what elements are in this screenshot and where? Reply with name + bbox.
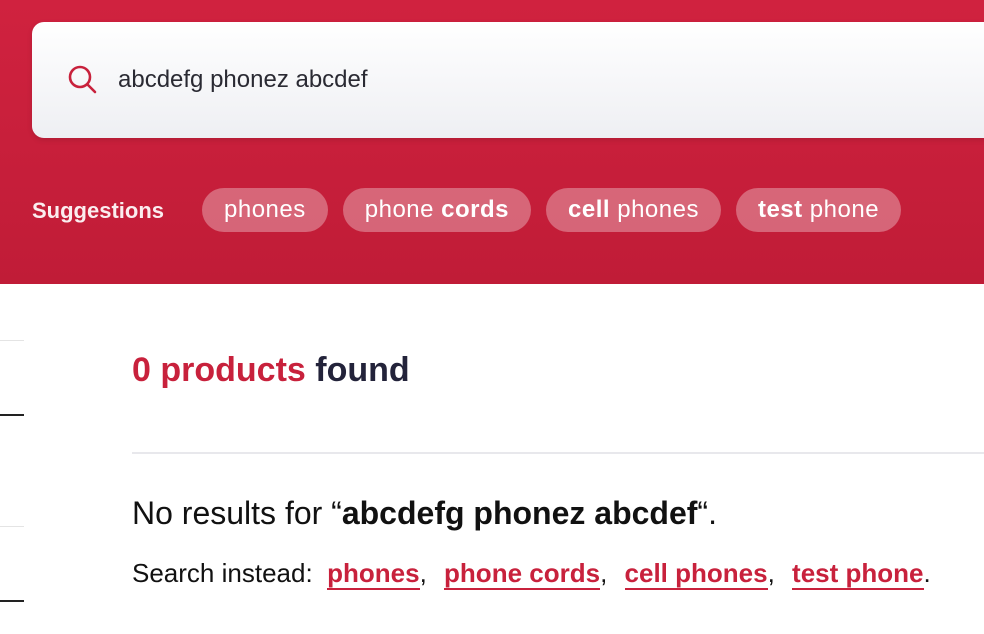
search-icon xyxy=(68,65,97,94)
search-instead-link-phone-cords[interactable]: phone cords xyxy=(444,558,601,590)
search-instead-link-test-phone[interactable]: test phone xyxy=(792,558,924,590)
suggestion-chip-phones[interactable]: phones xyxy=(202,188,328,232)
results-count-label: found xyxy=(305,351,410,389)
results-count: 0 products xyxy=(132,351,306,389)
no-results-query: abcdefg phonez abcdef xyxy=(341,495,698,531)
search-header: Suggestions phones phone cords cell phon… xyxy=(0,0,984,284)
search-instead-link-cell-phones[interactable]: cell phones xyxy=(624,558,768,590)
suggestion-chip-test-phone[interactable]: test phone xyxy=(735,188,902,232)
search-instead-link-phones[interactable]: phones xyxy=(327,558,420,590)
left-panel-underline xyxy=(0,600,24,602)
left-panel-divider xyxy=(0,340,24,341)
left-panel-divider xyxy=(0,526,24,527)
left-panel-underline xyxy=(0,414,24,416)
suggestions-label: Suggestions xyxy=(32,198,165,223)
results-divider xyxy=(132,452,984,454)
search-input[interactable] xyxy=(118,58,818,102)
suggestion-chip-cell-phones[interactable]: cell phones xyxy=(546,188,721,232)
no-results-message: No results for “abcdefg phonez abcdef“. xyxy=(132,495,717,531)
suggestion-chip-phone-cords[interactable]: phone cords xyxy=(342,188,532,232)
search-instead-label: Search instead: xyxy=(132,558,313,588)
suggestion-chips: phones phone cords cell phones test phon… xyxy=(202,188,902,232)
results-count-heading: 0 products found xyxy=(132,348,410,392)
search-instead: Search instead: phones, phone cords, cel… xyxy=(132,558,931,590)
